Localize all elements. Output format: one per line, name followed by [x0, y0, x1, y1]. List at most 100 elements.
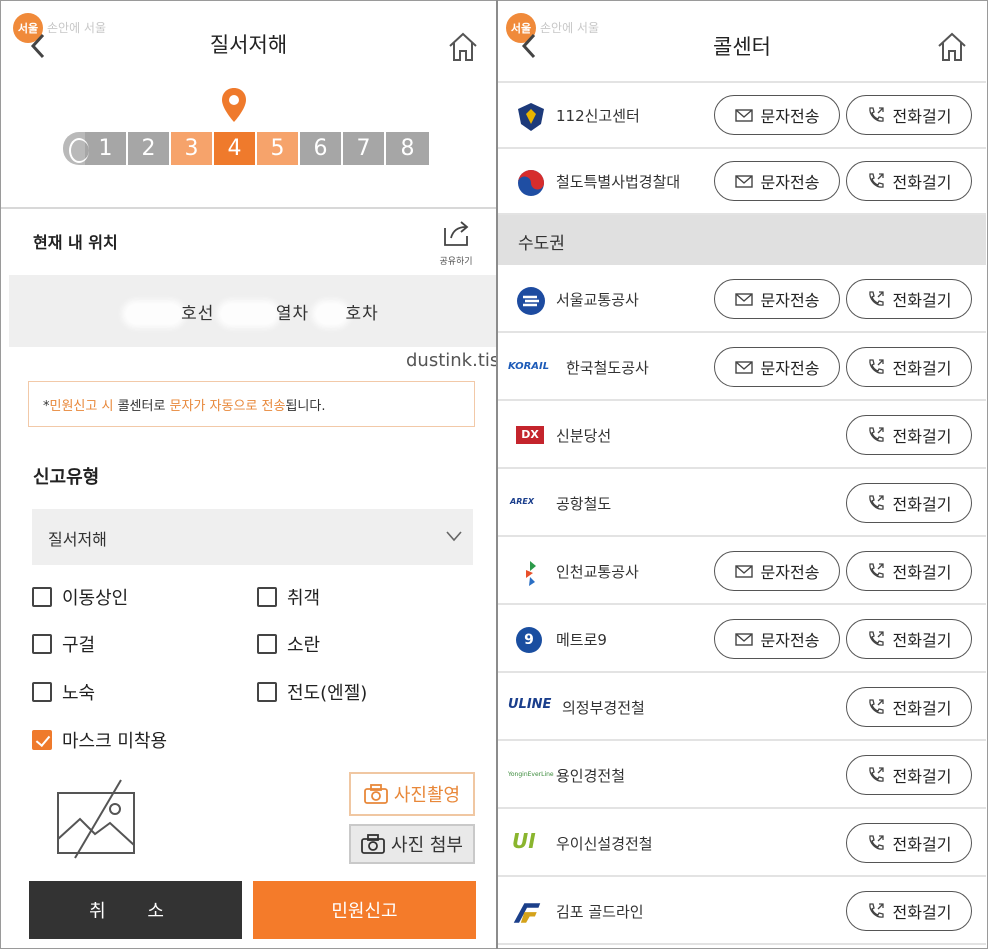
step-7[interactable]: 7: [343, 132, 386, 165]
call-label: 전화걸기: [892, 291, 952, 310]
take-photo-label: 사진촬영: [393, 785, 461, 806]
center-name: 서울교통공사: [556, 291, 639, 309]
report-type-value: 질서저해: [48, 530, 107, 549]
step-4-active[interactable]: 4: [214, 132, 257, 165]
call-button[interactable]: 전화걸기: [846, 891, 972, 931]
envelope-icon: [734, 175, 753, 188]
sms-button[interactable]: 문자전송: [714, 619, 840, 659]
home-icon[interactable]: [447, 31, 479, 63]
call-button[interactable]: 전화걸기: [846, 415, 972, 455]
checkbox-homeless[interactable]: 노숙: [32, 679, 95, 705]
checkbox-disturbance[interactable]: 소란: [257, 631, 320, 657]
call-label: 전화걸기: [892, 427, 952, 446]
report-type-label: 신고유형: [33, 467, 100, 488]
checkbox-evangelism[interactable]: 전도(엔젤): [257, 679, 367, 705]
center-name: 용인경전철: [556, 767, 626, 785]
step-1[interactable]: 1: [85, 132, 128, 165]
phone-outgoing-icon: [868, 835, 884, 850]
checkbox-label: 노숙: [62, 683, 96, 704]
step-6[interactable]: 6: [300, 132, 343, 165]
location-text: 호선 열차 호차: [9, 299, 496, 324]
sms-notice-box: *민원신고 시 콜센터로 문자가 자동으로 전송됩니다.: [28, 381, 475, 427]
checkbox-no-mask[interactable]: 마스크 미착용: [32, 727, 167, 753]
car-suffix: 호차: [345, 304, 379, 324]
cancel-button[interactable]: 취 소: [29, 881, 242, 939]
call-button[interactable]: 전화걸기: [846, 347, 972, 387]
step-3[interactable]: 3: [171, 132, 214, 165]
checkbox-label: 이동상인: [62, 588, 129, 609]
center-name: 의정부경전철: [562, 699, 645, 717]
sms-button[interactable]: 문자전송: [714, 347, 840, 387]
report-type-select[interactable]: 질서저해: [32, 509, 473, 565]
call-label: 전화걸기: [892, 767, 952, 786]
location-bar: 호선 열차 호차: [9, 275, 496, 347]
call-button[interactable]: 전화걸기: [846, 95, 972, 135]
phone-outgoing-icon: [868, 495, 884, 510]
call-button[interactable]: 전화걸기: [846, 483, 972, 523]
call-button[interactable]: 전화걸기: [846, 687, 972, 727]
sms-button[interactable]: 문자전송: [714, 551, 840, 591]
checkbox-label: 취객: [287, 588, 321, 609]
step-8[interactable]: 8: [386, 132, 429, 165]
center-name: 김포 골드라인: [556, 903, 644, 921]
checkbox-peddler[interactable]: 이동상인: [32, 584, 128, 610]
sms-button[interactable]: 문자전송: [714, 279, 840, 319]
call-button[interactable]: 전화걸기: [846, 755, 972, 795]
sms-label: 문자전송: [760, 107, 820, 126]
checkbox-label: 구걸: [62, 635, 96, 656]
goldline-logo: [513, 903, 541, 923]
checkbox-box[interactable]: [257, 634, 277, 654]
checkbox-begging[interactable]: 구걸: [32, 631, 95, 657]
list-item-metro9: 9 메트로9 문자전송 전화걸기: [498, 607, 986, 673]
seoul-metro-logo: [517, 287, 545, 315]
no-image-icon: [57, 779, 135, 859]
submit-report-button[interactable]: 민원신고: [253, 881, 476, 939]
incheon-logo: [526, 561, 536, 586]
checkbox-label: 전도(엔젤): [287, 683, 368, 704]
call-label: 전화걸기: [892, 835, 952, 854]
train-suffix: 열차: [275, 304, 310, 324]
sms-button[interactable]: 문자전송: [714, 95, 840, 135]
attach-photo-button[interactable]: 사진 첨부: [349, 824, 475, 864]
list-item-incheon: 인천교통공사 문자전송 전화걸기: [498, 539, 986, 605]
checkbox-box[interactable]: [257, 682, 277, 702]
checkbox-box-checked[interactable]: [32, 730, 52, 750]
step-2[interactable]: 2: [128, 132, 171, 165]
share-icon: [444, 221, 469, 246]
sms-button[interactable]: 문자전송: [714, 161, 840, 201]
arex-logo: AREX: [510, 497, 534, 506]
call-label: 전화걸기: [892, 699, 952, 718]
current-location-label: 현재 내 위치: [33, 233, 118, 252]
call-button[interactable]: 전화걸기: [846, 279, 972, 319]
list-item-uline: ULINE 의정부경전철 전화걸기: [498, 675, 986, 741]
call-button[interactable]: 전화걸기: [846, 551, 972, 591]
checkbox-box[interactable]: [32, 682, 52, 702]
checkbox-box[interactable]: [257, 587, 277, 607]
call-label: 전화걸기: [892, 495, 952, 514]
checkbox-drunk[interactable]: 취객: [257, 584, 320, 610]
call-button[interactable]: 전화걸기: [846, 823, 972, 863]
call-button[interactable]: 전화걸기: [846, 619, 972, 659]
checkbox-box[interactable]: [32, 587, 52, 607]
take-photo-button[interactable]: 사진촬영: [349, 772, 475, 816]
center-name: 신분당선: [556, 427, 612, 445]
redacted-block: [220, 304, 276, 324]
call-label: 전화걸기: [892, 359, 952, 378]
page-title: 콜센터: [713, 35, 771, 59]
phone-outgoing-icon: [868, 903, 884, 918]
everline-logo: YonginEverLine: [508, 771, 554, 778]
home-icon[interactable]: [936, 31, 968, 63]
sms-label: 문자전송: [760, 563, 820, 582]
list-item-gimpo-goldline: 김포 골드라인 전화걸기: [498, 879, 986, 945]
step-5[interactable]: 5: [257, 132, 300, 165]
call-button[interactable]: 전화걸기: [846, 161, 972, 201]
list-item-ui-line: UI 우이신설경전철 전화걸기: [498, 811, 986, 877]
checkbox-label: 소란: [287, 635, 321, 656]
center-name: 철도특별사법경찰대: [556, 173, 681, 191]
checkbox-box[interactable]: [32, 634, 52, 654]
checkbox-label: 마스크 미착용: [62, 731, 168, 752]
metro9-logo: 9: [516, 627, 542, 653]
phone-outgoing-icon: [868, 107, 884, 122]
center-name: 112신고센터: [556, 107, 640, 125]
share-button[interactable]: 공유하기: [431, 218, 481, 267]
